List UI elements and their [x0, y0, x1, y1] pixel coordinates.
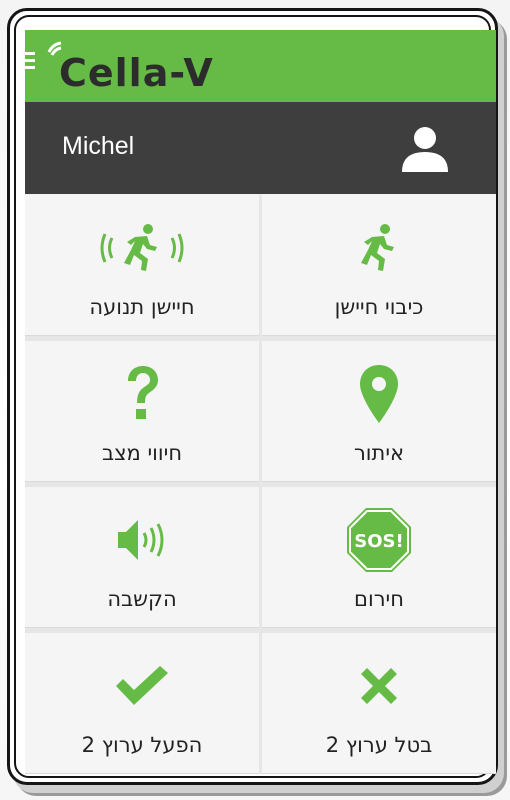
logo-text: Cella-V — [59, 51, 214, 95]
tile-label: הקשבה — [107, 587, 177, 611]
tile-label: הפעל ערוץ 2 — [81, 733, 203, 757]
tile-cancel-channel-2[interactable]: בטל ערוץ 2 — [262, 633, 496, 774]
tile-label: חיווי מצב — [101, 441, 183, 465]
tile-label: איתור — [353, 441, 405, 465]
user-bar: Michel — [25, 102, 496, 194]
tile-emergency[interactable]: SOS! חירום — [262, 487, 496, 628]
question-mark-icon — [25, 363, 259, 425]
speaker-icon — [25, 509, 259, 571]
tile-enable-channel-2[interactable]: הפעל ערוץ 2 — [25, 633, 259, 774]
check-icon — [25, 655, 259, 717]
app-bar: Cella-V — [25, 30, 496, 102]
person-icon[interactable] — [400, 124, 450, 174]
location-pin-icon — [262, 363, 496, 425]
app-screen: Cella-V Michel כיבוי חיישן חיישן תנועה א… — [25, 30, 496, 774]
tile-label: חיישן תנועה — [89, 295, 195, 319]
user-name: Michel — [62, 132, 135, 160]
tile-motion-sensor[interactable]: חיישן תנועה — [25, 195, 259, 336]
tile-listen[interactable]: הקשבה — [25, 487, 259, 628]
sos-text: SOS! — [354, 531, 403, 552]
cross-icon — [262, 655, 496, 717]
app-logo: Cella-V — [39, 40, 269, 95]
motion-sensor-icon — [25, 217, 259, 279]
tile-label: בטל ערוץ 2 — [325, 733, 433, 757]
tile-disable-sensor[interactable]: כיבוי חיישן — [262, 195, 496, 336]
tile-label: כיבוי חיישן — [334, 295, 424, 319]
menu-icon[interactable] — [25, 52, 35, 70]
tile-label: חירום — [354, 587, 404, 611]
action-grid: כיבוי חיישן חיישן תנועה איתור חיווי מצב … — [25, 195, 496, 774]
tile-locate[interactable]: איתור — [262, 341, 496, 482]
running-person-icon — [262, 217, 496, 279]
tile-status[interactable]: חיווי מצב — [25, 341, 259, 482]
sos-icon: SOS! — [262, 508, 496, 572]
